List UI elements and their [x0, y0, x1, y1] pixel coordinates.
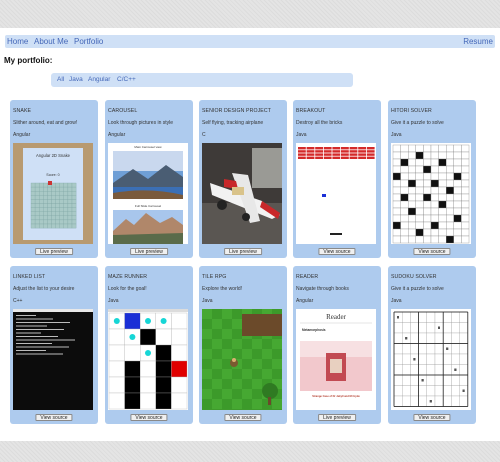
airplane-photo[interactable]	[202, 143, 282, 244]
project-card-hitori: HITORI SOLVER Give it a puzzle to solve …	[388, 100, 476, 258]
reader-subtitle: Metamorphosis	[302, 328, 326, 332]
card-language: Java	[108, 298, 119, 304]
breakout-screenshot[interactable]	[296, 143, 376, 244]
view-source-button[interactable]: View source	[413, 248, 451, 255]
sudoku-screenshot[interactable]	[391, 309, 471, 410]
card-language: Angular	[108, 132, 126, 138]
carousel-screenshot[interactable]: Main Carrousel view Full Slide Carrousel	[108, 143, 188, 244]
card-description: Explore the world!	[202, 286, 243, 292]
maze-screenshot[interactable]	[108, 309, 188, 410]
carousel-full-label: Full Slide Carrousel	[135, 204, 162, 208]
project-card-breakout: BREAKOUT Destroy all the bricks Java Vie…	[293, 100, 381, 258]
card-title: SNAKE	[13, 108, 32, 114]
nav-portfolio-link[interactable]: Portfolio	[74, 36, 103, 47]
hitori-screenshot[interactable]	[391, 143, 471, 244]
project-card-senior-design: SENIOR DESIGN PROJECT Self flying, track…	[199, 100, 287, 258]
card-language: Java	[202, 298, 213, 304]
card-title: SENIOR DESIGN PROJECT	[202, 108, 271, 114]
live-preview-button[interactable]: Live preview	[130, 248, 168, 255]
live-preview-button[interactable]: Live preview	[35, 248, 73, 255]
reader-book-title: Strange Case of Dr Jekyll and Mr Hyde	[312, 394, 360, 398]
card-description: Adjust the list to your desire	[13, 286, 75, 292]
card-language: Java	[296, 132, 307, 138]
console-screenshot[interactable]	[13, 309, 93, 410]
card-description: Navigate through books	[296, 286, 349, 292]
card-language: C	[202, 132, 206, 138]
view-source-button[interactable]: View source	[413, 414, 451, 421]
filter-cpp[interactable]: C/C++	[117, 75, 136, 85]
tile-rpg-screenshot[interactable]	[202, 309, 282, 410]
filter-all[interactable]: All	[57, 75, 64, 85]
card-title: SUDOKU SOLVER	[391, 274, 437, 280]
view-source-button[interactable]: View source	[130, 414, 168, 421]
card-description: Look for the goal!	[108, 286, 147, 292]
project-card-carousel: CAROUSEL Look through pictures in style …	[105, 100, 193, 258]
card-description: Give it a puzzle to solve	[391, 286, 444, 292]
card-description: Self flying, tracking airplane	[202, 120, 264, 126]
filter-bar: All Java Angular C/C++	[51, 73, 353, 87]
snake-score: Score: 0	[46, 173, 59, 177]
nav-about-link[interactable]: About Me	[34, 36, 68, 47]
card-description: Slither around, eat and grow!	[13, 120, 78, 126]
card-language: C++	[13, 298, 23, 304]
project-card-maze-runner: MAZE RUNNER Look for the goal! Java View…	[105, 266, 193, 424]
card-language: Angular	[296, 298, 314, 304]
live-preview-button[interactable]: Live preview	[224, 248, 262, 255]
card-title: READER	[296, 274, 319, 280]
filter-java[interactable]: Java	[69, 75, 83, 85]
filter-angular[interactable]: Angular	[88, 75, 110, 85]
card-description: Give it a puzzle to solve	[391, 120, 444, 126]
card-title: LINKED LIST	[13, 274, 46, 280]
card-description: Destroy all the bricks	[296, 120, 343, 126]
nav-resume-link[interactable]: Resume	[463, 36, 493, 47]
card-language: Java	[391, 298, 402, 304]
project-card-sudoku: SUDOKU SOLVER Give it a puzzle to solve …	[388, 266, 476, 424]
view-source-button[interactable]: View source	[224, 414, 262, 421]
card-title: MAZE RUNNER	[108, 274, 148, 280]
view-source-button[interactable]: View source	[35, 414, 73, 421]
card-language: Angular	[13, 132, 31, 138]
project-card-snake: SNAKE Slither around, eat and grow! Angu…	[10, 100, 98, 258]
card-title: TILE RPG	[202, 274, 227, 280]
card-language: Java	[391, 132, 402, 138]
navbar: Home About Me Portfolio Resume	[5, 35, 495, 48]
card-title: CAROUSEL	[108, 108, 138, 114]
nav-home-link[interactable]: Home	[7, 36, 28, 47]
project-card-tile-rpg: TILE RPG Explore the world! Java View so…	[199, 266, 287, 424]
view-source-button[interactable]: View source	[318, 248, 356, 255]
carousel-main-label: Main Carrousel view	[134, 145, 162, 149]
card-title: HITORI SOLVER	[391, 108, 432, 114]
page-title: My portfolio:	[4, 56, 53, 65]
snake-screenshot[interactable]: Angular 2D Snake Score: 0	[13, 143, 93, 244]
project-card-linked-list: LINKED LIST Adjust the list to your desi…	[10, 266, 98, 424]
project-card-reader: READER Navigate through books Angular Re…	[293, 266, 381, 424]
reader-screenshot[interactable]: Reader Metamorphosis Strange Case of Dr …	[296, 309, 376, 410]
snake-game-title: Angular 2D Snake	[36, 153, 71, 158]
card-title: BREAKOUT	[296, 108, 326, 114]
card-description: Look through pictures in style	[108, 120, 174, 126]
reader-title: Reader	[326, 313, 346, 321]
live-preview-button[interactable]: Live preview	[318, 414, 356, 421]
